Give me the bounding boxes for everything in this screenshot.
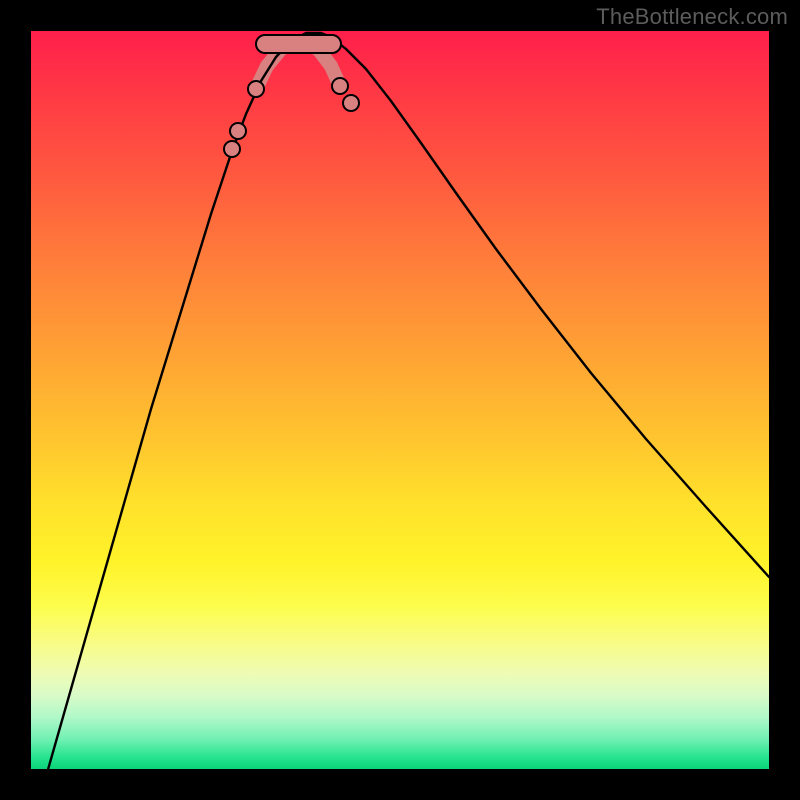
curve-layer <box>31 33 769 769</box>
bottleneck-curve-path <box>31 33 769 769</box>
watermark-text: TheBottleneck.com <box>596 4 788 30</box>
curve-marker <box>224 141 240 157</box>
curve-marker <box>230 123 246 139</box>
baseline-strip <box>256 35 341 53</box>
baseline-layer <box>256 35 341 53</box>
curve-marker <box>343 95 359 111</box>
curve-marker <box>248 81 264 97</box>
chart-plot-area <box>31 31 769 769</box>
curve-marker <box>332 78 348 94</box>
chart-frame: TheBottleneck.com <box>0 0 800 800</box>
chart-svg <box>31 31 769 769</box>
